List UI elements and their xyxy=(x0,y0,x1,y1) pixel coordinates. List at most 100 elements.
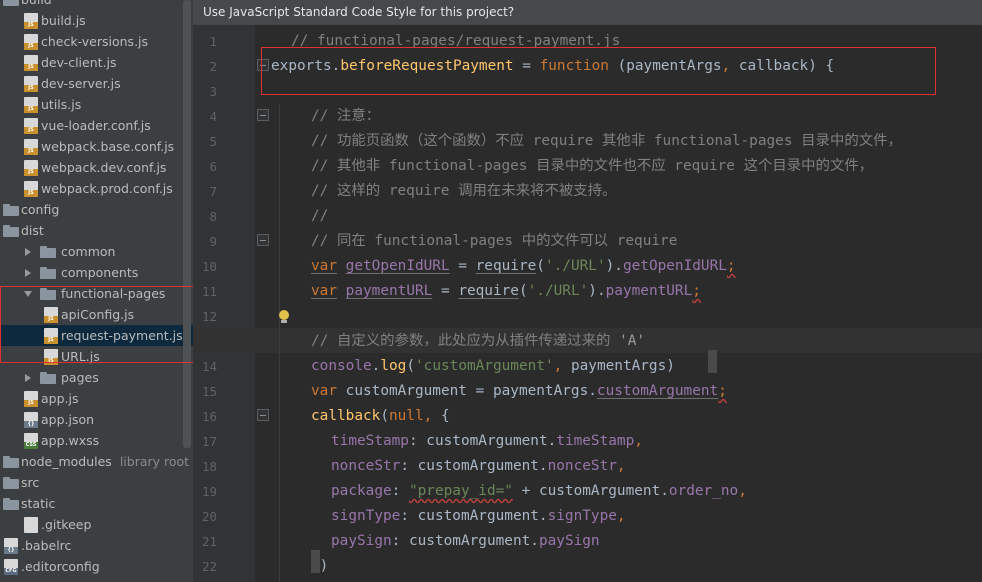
line-number: 4 xyxy=(209,109,217,124)
code-token: // 同在 functional-pages 中的文件可以 require xyxy=(311,233,678,249)
fold-toggle-icon[interactable] xyxy=(257,234,269,246)
js-file-icon: JS xyxy=(24,160,38,176)
code-line[interactable]: nonceStr: customArgument.nonceStr, xyxy=(271,454,626,479)
tree-item[interactable]: JS check-versions.js xyxy=(0,31,193,52)
sidebar-scrollbar[interactable] xyxy=(183,0,191,448)
tree-item[interactable]: pages xyxy=(0,367,193,388)
text-file-icon xyxy=(24,517,38,533)
code-line[interactable]: timeStamp: customArgument.timeStamp, xyxy=(271,429,643,454)
tree-item[interactable]: JS app.js xyxy=(0,388,193,409)
tree-item[interactable]: common xyxy=(0,241,193,262)
code-line[interactable]: console.log('customArgument', paymentArg… xyxy=(271,354,675,379)
fold-toggle-icon[interactable] xyxy=(257,409,269,421)
code-line[interactable]: var getOpenIdURL = require('./URL').getO… xyxy=(271,254,736,279)
fold-toggle-icon[interactable] xyxy=(257,109,269,121)
line-number: 17 xyxy=(201,434,217,449)
chevron-right-icon[interactable] xyxy=(23,247,33,257)
line-number-gutter: 12345678910111213141516171819202122 xyxy=(193,25,255,582)
code-token: log xyxy=(380,358,407,374)
code-line[interactable]: var customArgument = paymentArgs.customA… xyxy=(271,379,727,404)
code-token: paymentArgs) xyxy=(562,358,675,374)
code-editor[interactable]: Use JavaScript Standard Code Style for t… xyxy=(193,0,982,582)
code-line[interactable]: // 同在 functional-pages 中的文件可以 require xyxy=(271,229,677,254)
code-token: // 功能页函数（这个函数）不应 require 其他非 functional-… xyxy=(311,133,902,149)
code-token: , xyxy=(634,433,643,449)
tree-item[interactable]: node_modules library root xyxy=(0,451,193,472)
tree-item[interactable]: config xyxy=(0,199,193,220)
code-token: , xyxy=(738,483,747,499)
code-token: // 其他非 functional-pages 目录中的文件也不应 requir… xyxy=(311,158,874,174)
code-line[interactable]: // 注意： xyxy=(271,104,380,129)
line-number: 9 xyxy=(209,234,217,249)
code-line[interactable]: // 功能页函数（这个函数）不应 require 其他非 functional-… xyxy=(271,129,902,154)
code-token: ; xyxy=(718,383,727,399)
code-token: "prepay_id=" xyxy=(408,483,513,499)
tree-item[interactable]: JS dev-server.js xyxy=(0,73,193,94)
code-token: nonceStr xyxy=(331,458,401,474)
tree-item[interactable]: JS webpack.prod.conf.js xyxy=(0,178,193,199)
code-token: paymentURL xyxy=(345,283,433,299)
folder-icon xyxy=(40,267,56,279)
tree-item[interactable]: src xyxy=(0,472,193,493)
tree-item[interactable]: CSS app.wxss xyxy=(0,430,193,451)
code-line[interactable]: // 这样的 require 调用在未来将不被支持。 xyxy=(271,179,616,204)
config-file-icon: CFG xyxy=(4,559,18,575)
tree-item[interactable]: static xyxy=(0,493,193,514)
tree-item[interactable]: JS build.js xyxy=(0,10,193,31)
code-token: ; xyxy=(726,258,736,274)
tree-item[interactable]: JS vue-loader.conf.js xyxy=(0,115,193,136)
tree-item-label: components xyxy=(61,265,139,280)
folder-icon xyxy=(40,246,56,258)
code-token: , xyxy=(553,358,563,374)
tree-item[interactable]: {} app.json xyxy=(0,409,193,430)
code-token: ). xyxy=(605,258,623,274)
tree-item[interactable]: dist xyxy=(0,220,193,241)
code-style-banner[interactable]: Use JavaScript Standard Code Style for t… xyxy=(193,0,982,25)
chevron-right-icon[interactable] xyxy=(23,373,33,383)
line-number: 1 xyxy=(209,34,217,49)
code-token: customArgument = paymentArgs. xyxy=(337,383,597,399)
code-line[interactable]: paySign: customArgument.paySign xyxy=(271,529,600,554)
chevron-right-icon[interactable] xyxy=(23,268,33,278)
tree-item[interactable]: JS dev-client.js xyxy=(0,52,193,73)
code-line[interactable]: // 其他非 functional-pages 目录中的文件也不应 requir… xyxy=(271,154,873,179)
line-number: 10 xyxy=(201,259,217,274)
code-line[interactable]: // 自定义的参数，此处应为从插件传递过来的 'A' xyxy=(271,329,645,354)
line-number: 16 xyxy=(201,409,217,424)
tree-item[interactable]: .gitkeep xyxy=(0,514,193,535)
code-line[interactable]: package: "prepay_id=" + customArgument.o… xyxy=(271,479,747,504)
tree-item[interactable]: JS webpack.dev.conf.js xyxy=(0,157,193,178)
code-line[interactable]: signType: customArgument.signType, xyxy=(271,504,626,529)
line-number: 12 xyxy=(201,309,217,324)
code-token: // 这样的 require 调用在未来将不被支持。 xyxy=(311,183,617,199)
tree-item-label: node_modules library root xyxy=(21,454,190,469)
code-token: : customArgument. xyxy=(400,508,548,524)
tree-item[interactable]: CFG .editorconfig xyxy=(0,556,193,577)
code-line[interactable]: callback(null, { xyxy=(271,404,450,429)
tree-item[interactable]: {} .babelrc xyxy=(0,535,193,556)
code-token: './URL' xyxy=(527,283,589,299)
code-token: ( xyxy=(518,283,528,299)
tree-item-label: vue-loader.conf.js xyxy=(41,118,151,133)
code-token: 'A' xyxy=(619,333,646,349)
tree-item-label: build.js xyxy=(41,13,86,28)
lightbulb-icon[interactable] xyxy=(278,310,290,324)
code-token: ; xyxy=(692,283,701,299)
folder-icon xyxy=(3,498,19,510)
code-token: // 自定义的参数，此处应为从插件传递过来的 xyxy=(311,333,620,349)
line-number: 7 xyxy=(209,184,217,199)
line-number: 8 xyxy=(209,209,217,224)
json-file-icon: {} xyxy=(24,412,38,428)
tree-item[interactable]: build xyxy=(0,0,193,10)
css-file-icon: CSS xyxy=(24,433,38,449)
tree-item[interactable]: JS utils.js xyxy=(0,94,193,115)
tree-item-label: dist xyxy=(21,223,44,238)
tree-item[interactable]: JS webpack.base.conf.js xyxy=(0,136,193,157)
code-line[interactable]: var paymentURL = require('./URL').paymen… xyxy=(271,279,701,304)
tree-item[interactable]: components xyxy=(0,262,193,283)
code-token: var xyxy=(311,283,337,299)
code-token: , xyxy=(616,458,626,474)
line-number: 19 xyxy=(201,484,217,499)
